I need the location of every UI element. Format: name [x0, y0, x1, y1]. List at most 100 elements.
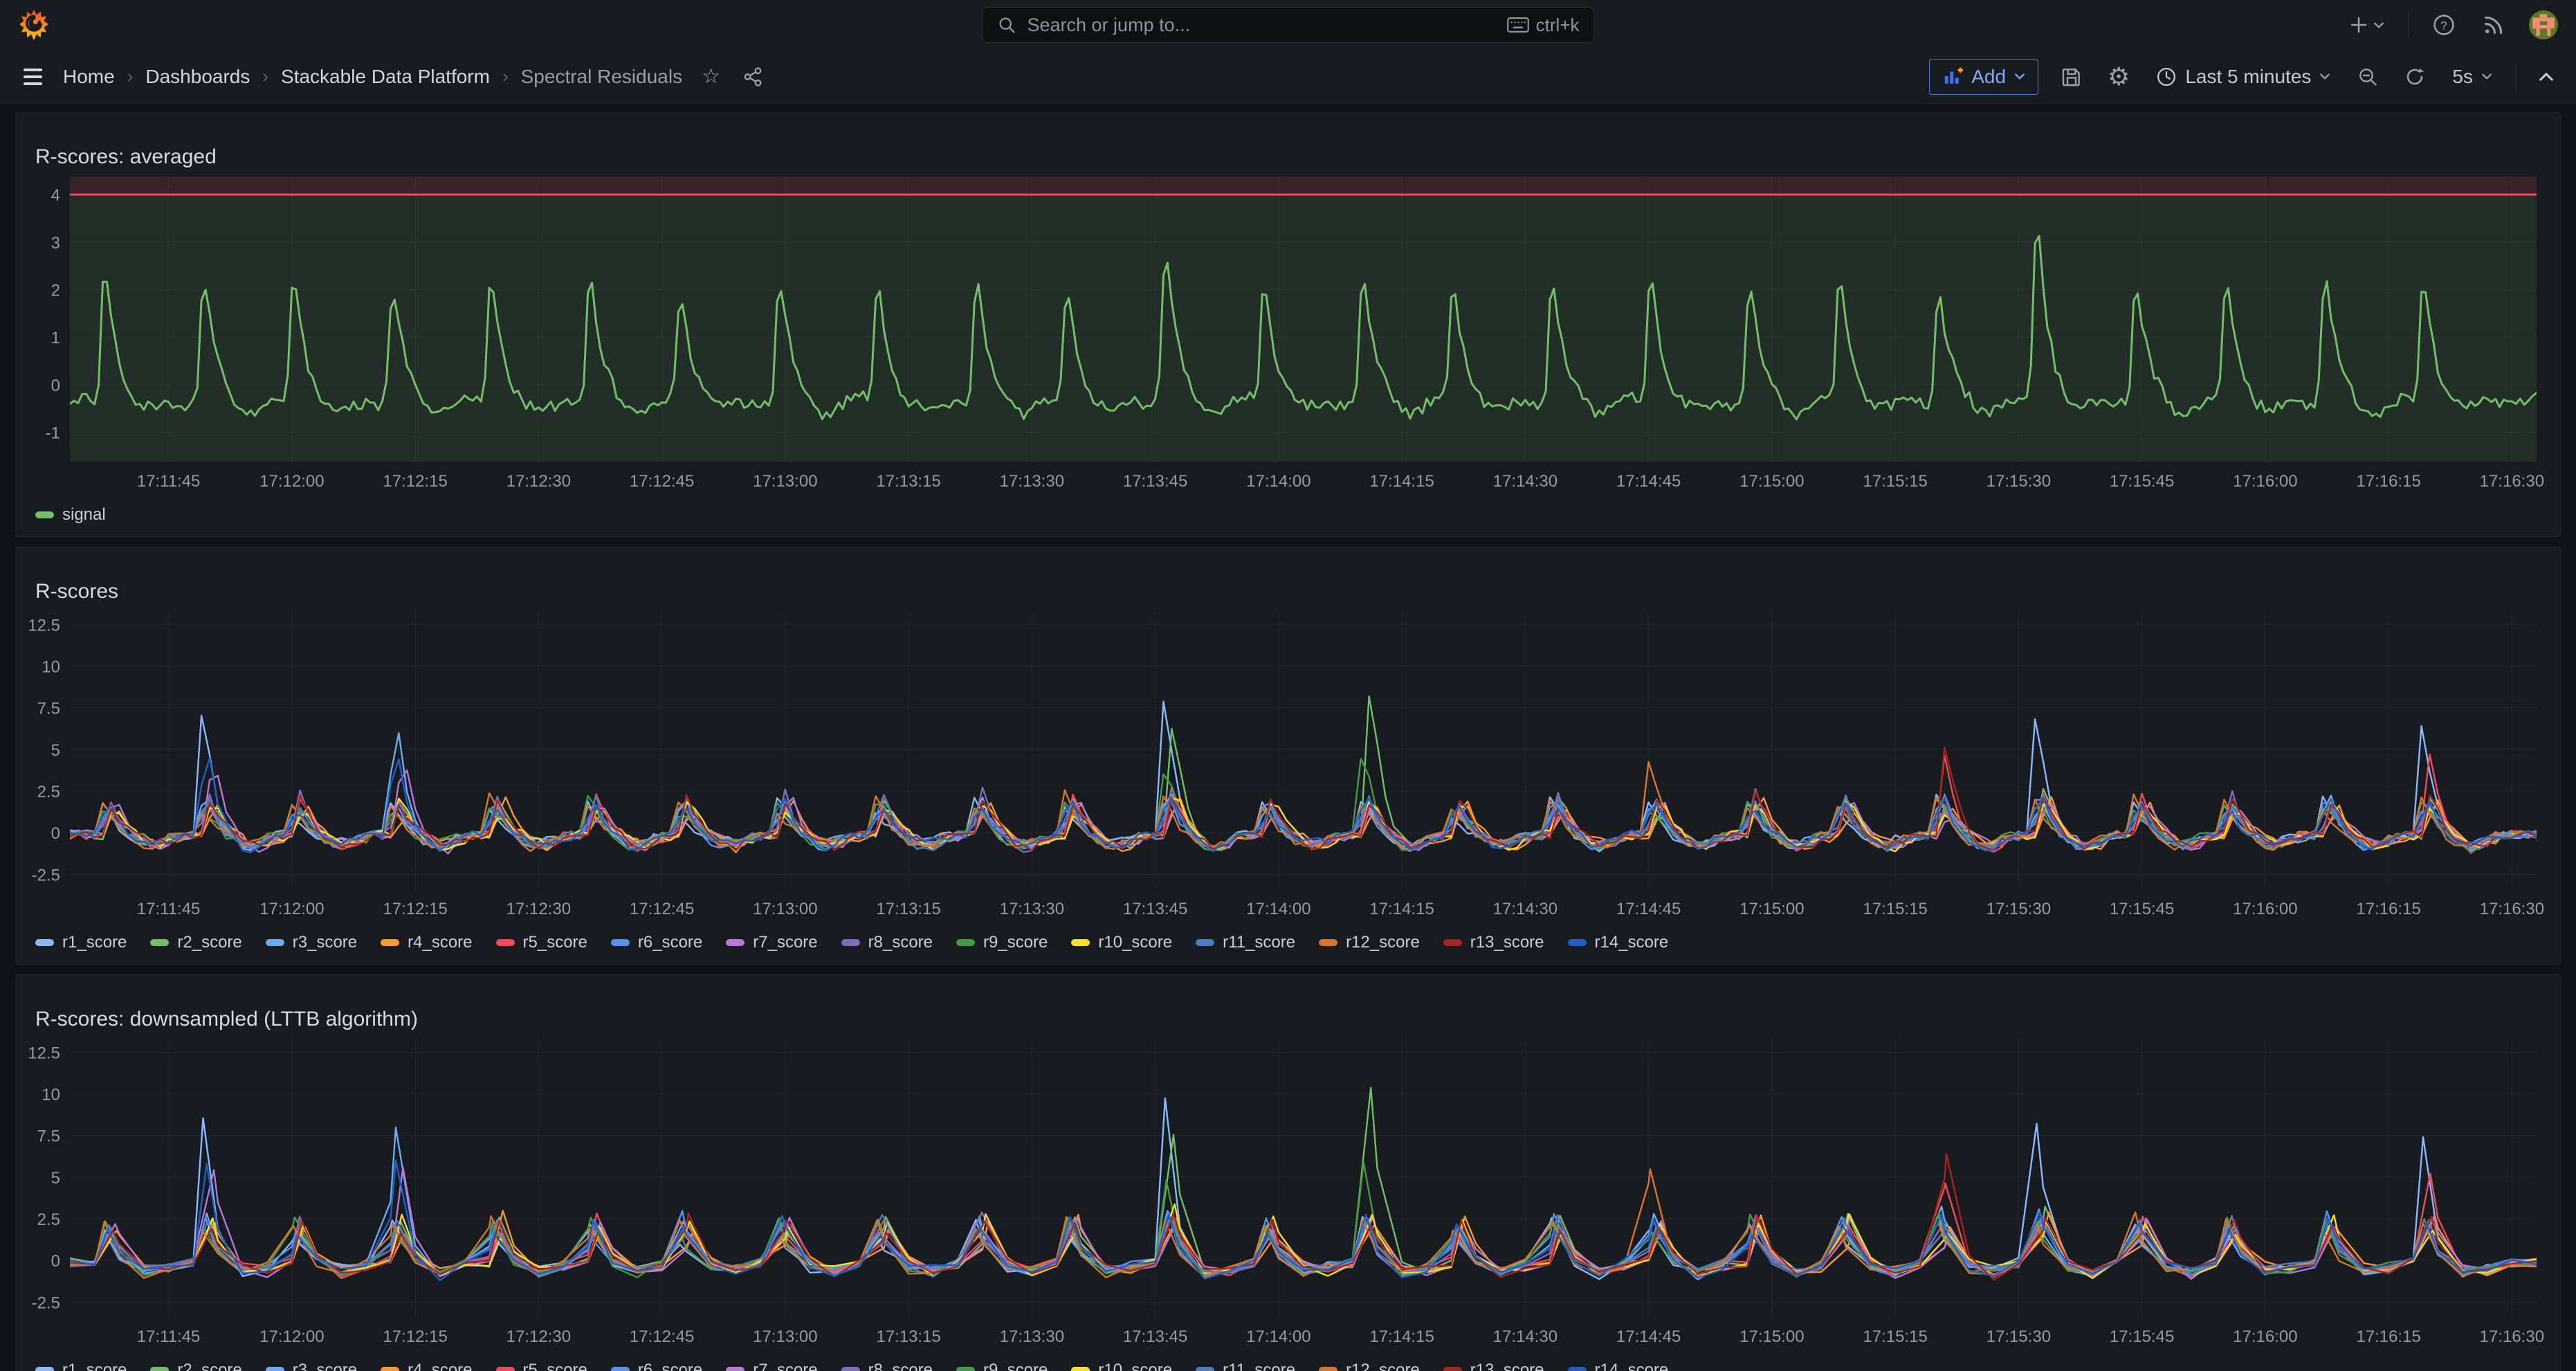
dashboard-toolbar: Home › Dashboards › Stackable Data Platf…: [0, 50, 2576, 104]
time-range-picker[interactable]: Last 5 minutes: [2152, 65, 2335, 89]
legend-item[interactable]: r13_score: [1443, 1361, 1544, 1371]
svg-text:17:15:00: 17:15:00: [1739, 900, 1804, 918]
refresh-button[interactable]: [2401, 63, 2429, 91]
legend-series-label: r14_score: [1595, 1361, 1669, 1371]
legend-series-label: r6_score: [638, 933, 702, 952]
svg-text:0: 0: [51, 1252, 60, 1271]
svg-text:17:13:30: 17:13:30: [1000, 472, 1064, 491]
svg-text:-2.5: -2.5: [32, 1293, 60, 1312]
legend-series-swatch: [956, 939, 975, 946]
share-button[interactable]: [740, 64, 766, 90]
legend-item[interactable]: r2_score: [150, 1361, 241, 1371]
legend-series-label: r11_score: [1223, 933, 1295, 952]
legend-item[interactable]: r9_score: [956, 1361, 1048, 1371]
legend-item[interactable]: r14_score: [1568, 1361, 1669, 1371]
svg-text:17:11:45: 17:11:45: [137, 1327, 201, 1346]
timeseries-chart[interactable]: 12.5107.552.50-2.517:11:4517:12:0017:12:…: [19, 1028, 2557, 1349]
svg-text:17:13:45: 17:13:45: [1123, 472, 1187, 491]
svg-text:17:12:30: 17:12:30: [506, 1327, 571, 1346]
navbar-right-group: ?: [2346, 10, 2558, 39]
legend-item[interactable]: r4_score: [381, 1361, 472, 1371]
keyboard-icon: [1507, 17, 1529, 33]
legend-item[interactable]: r1_score: [35, 933, 127, 952]
svg-text:17:13:15: 17:13:15: [876, 900, 940, 918]
legend-series-label: r9_score: [983, 933, 1048, 952]
legend-item[interactable]: r6_score: [611, 1361, 702, 1371]
timeseries-chart[interactable]: 43210-117:11:4517:12:0017:12:1517:12:301…: [19, 165, 2557, 493]
legend-series-swatch: [841, 1367, 860, 1371]
legend-item[interactable]: r1_score: [35, 1361, 127, 1371]
legend-item[interactable]: r12_score: [1319, 933, 1420, 952]
breadcrumb-home[interactable]: Home: [63, 66, 115, 88]
legend-item[interactable]: r2_score: [150, 933, 241, 952]
legend-item[interactable]: r11_score: [1196, 933, 1295, 952]
svg-text:4: 4: [51, 186, 60, 205]
legend-item[interactable]: r4_score: [381, 933, 472, 952]
legend-item[interactable]: r10_score: [1071, 933, 1172, 952]
legend-series-swatch: [1443, 939, 1462, 946]
legend-series-label: r6_score: [638, 1361, 702, 1371]
zoom-out-time-button[interactable]: [2354, 63, 2382, 91]
svg-text:17:13:00: 17:13:00: [753, 472, 817, 491]
search-bar[interactable]: Search or jump to... ctrl+k: [983, 7, 1594, 43]
svg-text:17:13:30: 17:13:30: [1000, 900, 1064, 918]
legend-series-swatch: [381, 1367, 399, 1371]
help-button[interactable]: ?: [2429, 10, 2458, 39]
svg-text:17:14:30: 17:14:30: [1493, 472, 1558, 491]
legend-item[interactable]: r3_score: [266, 1361, 357, 1371]
legend-series-label: r2_score: [177, 933, 241, 952]
legend-item[interactable]: r7_score: [726, 1361, 817, 1371]
clock-icon: [2156, 66, 2177, 87]
legend-item[interactable]: r8_score: [841, 1361, 933, 1371]
dashboard-settings-button[interactable]: ⚙: [2105, 62, 2132, 92]
legend-item[interactable]: r7_score: [726, 933, 817, 952]
legend-series-label: r12_score: [1346, 933, 1420, 952]
breadcrumb: Home › Dashboards › Stackable Data Platf…: [63, 66, 682, 88]
legend-item[interactable]: signal: [35, 505, 106, 525]
new-button[interactable]: [2346, 12, 2387, 38]
legend-series-label: r4_score: [408, 933, 472, 952]
collapse-toolbar-button[interactable]: [2536, 69, 2557, 84]
svg-text:17:16:00: 17:16:00: [2233, 900, 2297, 918]
breadcrumb-dashboards[interactable]: Dashboards: [145, 66, 250, 88]
legend-series-label: r13_score: [1470, 1361, 1544, 1371]
legend-series-label: r1_score: [62, 933, 127, 952]
legend-item[interactable]: r14_score: [1568, 933, 1669, 952]
news-button[interactable]: [2479, 10, 2508, 39]
panel-rscores-downsampled: R-scores: downsampled (LTTB algorithm) 1…: [15, 974, 2561, 1371]
legend-series-label: r4_score: [408, 1361, 472, 1371]
legend-item[interactable]: r8_score: [841, 933, 933, 952]
svg-text:17:15:30: 17:15:30: [1986, 472, 2051, 491]
svg-text:2.5: 2.5: [37, 783, 60, 801]
refresh-interval-picker[interactable]: 5s: [2448, 65, 2496, 89]
svg-text:17:13:00: 17:13:00: [753, 900, 817, 918]
legend-item[interactable]: r6_score: [611, 933, 702, 952]
legend-item[interactable]: r5_score: [496, 933, 587, 952]
legend-item[interactable]: r9_score: [956, 933, 1048, 952]
legend-item[interactable]: r3_score: [266, 933, 357, 952]
legend-item[interactable]: r13_score: [1443, 933, 1544, 952]
timeseries-chart[interactable]: 12.5107.552.50-2.517:11:4517:12:0017:12:…: [19, 600, 2557, 921]
svg-text:17:13:45: 17:13:45: [1123, 1327, 1187, 1346]
user-avatar[interactable]: [2529, 10, 2558, 39]
legend-item[interactable]: r5_score: [496, 1361, 587, 1371]
plus-icon: [2348, 15, 2369, 35]
legend-series-label: r9_score: [983, 1361, 1048, 1371]
svg-text:10: 10: [42, 1085, 60, 1104]
grafana-logo[interactable]: [18, 9, 50, 41]
save-dashboard-button[interactable]: [2058, 63, 2085, 91]
legend-series-swatch: [266, 939, 284, 946]
legend-item[interactable]: r11_score: [1196, 1361, 1295, 1371]
add-panel-button[interactable]: Add: [1929, 59, 2038, 95]
legend-series-swatch: [35, 511, 54, 518]
svg-text:17:16:00: 17:16:00: [2233, 1327, 2297, 1346]
svg-text:?: ?: [2440, 19, 2447, 32]
breadcrumb-folder[interactable]: Stackable Data Platform: [281, 66, 490, 88]
legend-series-swatch: [611, 939, 630, 946]
legend-item[interactable]: r10_score: [1071, 1361, 1172, 1371]
mega-menu-button[interactable]: [19, 64, 46, 89]
legend-item[interactable]: r12_score: [1319, 1361, 1420, 1371]
svg-text:17:12:00: 17:12:00: [259, 1327, 324, 1346]
search-icon: [997, 15, 1016, 35]
favorite-button[interactable]: ☆: [699, 64, 723, 90]
